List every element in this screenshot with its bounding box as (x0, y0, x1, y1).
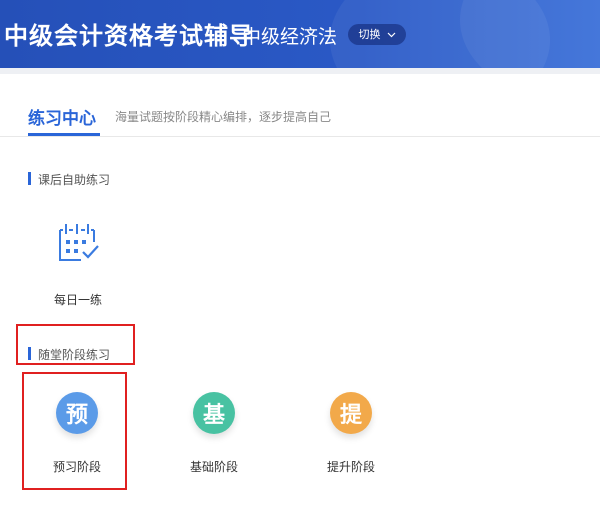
tab-practice-center[interactable]: 练习中心 (28, 104, 96, 129)
header-banner: 中级会计资格考试辅导 中级经济法 切换 (0, 0, 600, 68)
switch-label: 切换 (358, 28, 381, 41)
advanced-stage-card[interactable]: 提 提升阶段 (309, 390, 393, 486)
daily-practice-label: 每日一练 (53, 293, 102, 307)
subject-title: 中级经济法 (242, 26, 338, 48)
preview-stage-label: 预习阶段 (52, 460, 101, 474)
preview-stage-icon: 预 (56, 392, 98, 434)
basic-stage-label: 基础阶段 (189, 460, 238, 474)
advanced-stage-label: 提升阶段 (326, 460, 375, 474)
basic-stage-icon: 基 (193, 392, 235, 434)
section-title-after-class: 课后自助练习 (28, 171, 110, 188)
basic-stage-card[interactable]: 基 基础阶段 (172, 390, 256, 486)
tab-description: 海量试题按阶段精心编排，逐步提高自己 (115, 110, 332, 124)
practice-panel: 练习中心 海量试题按阶段精心编排，逐步提高自己 课后自助练习 每日一练 随堂阶段… (0, 68, 600, 505)
advanced-stage-icon: 提 (330, 392, 372, 434)
section-title-in-class: 随堂阶段练习 (28, 346, 110, 363)
daily-practice-card[interactable]: 每日一练 (36, 214, 120, 314)
tab-divider (0, 136, 600, 137)
preview-stage-card[interactable]: 预 预习阶段 (35, 390, 119, 486)
calendar-check-icon (59, 224, 99, 261)
chevron-down-icon (387, 32, 395, 37)
banner-decoration (460, 0, 600, 68)
page-title: 中级会计资格考试辅导 (4, 22, 254, 50)
switch-subject-button[interactable]: 切换 (348, 24, 406, 45)
